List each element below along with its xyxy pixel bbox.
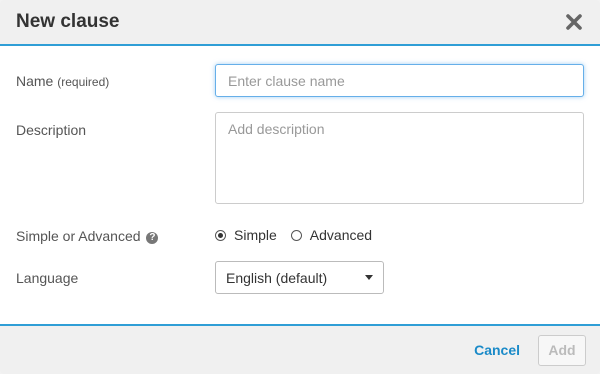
radio-advanced-label: Advanced [309,227,373,243]
chevron-down-icon [365,275,373,280]
dialog-header: New clause [0,0,600,46]
question-circle-icon[interactable]: ? [146,232,159,244]
language-label: Language [16,270,79,286]
language-select[interactable]: English (default) [215,261,384,294]
radio-simple-circle[interactable] [215,229,226,241]
required-note: (required) [57,75,110,89]
dialog-footer: Cancel Add [0,324,600,374]
name-label-text: Name [16,73,54,89]
add-button[interactable]: Add [538,334,586,366]
clause-name-input[interactable] [215,64,584,97]
radio-advanced[interactable]: Advanced [290,227,373,243]
mode-label: Simple or Advanced ? [16,228,159,244]
radio-simple-label: Simple [234,227,277,243]
radio-simple[interactable]: Simple [215,227,277,243]
description-label: Description [16,122,87,138]
cancel-button[interactable]: Cancel [474,342,520,358]
dialog-body: Name (required) Description Simple or Ad… [0,46,600,324]
language-selected-value: English (default) [226,269,328,286]
radio-advanced-circle[interactable] [290,229,302,241]
mode-radio-group: Simple Advanced [215,227,386,243]
description-textarea[interactable] [215,112,584,204]
mode-label-text: Simple or Advanced [16,228,141,244]
dialog-title: New clause [16,11,120,32]
new-clause-dialog: New clause Name (required) Description S… [0,0,600,374]
close-icon[interactable] [562,10,586,34]
name-label: Name (required) [16,73,109,89]
